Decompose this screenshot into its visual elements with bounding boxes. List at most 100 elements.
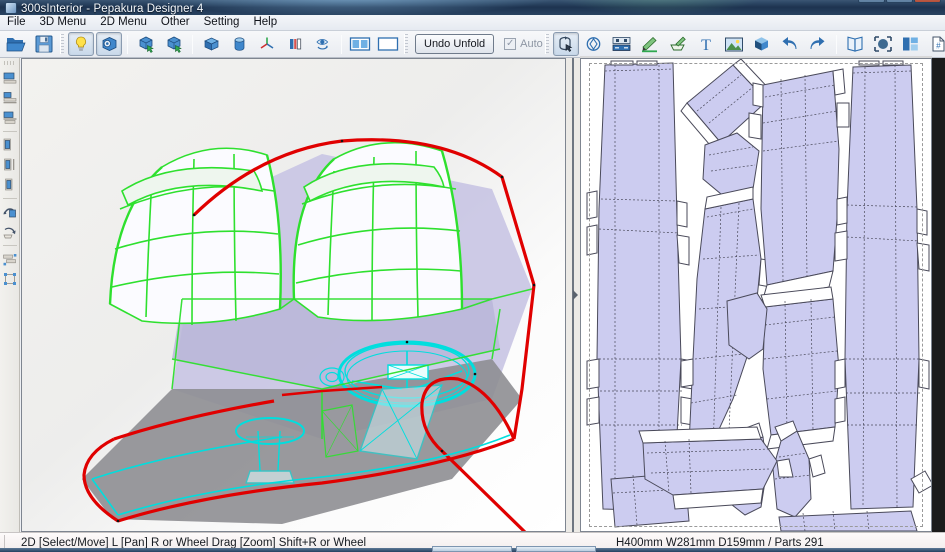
main-toolbar: Undo Unfold ✓ Auto T #	[0, 31, 945, 58]
open-file-button[interactable]	[3, 32, 29, 56]
align-right-button[interactable]	[1, 175, 19, 194]
unfold-button[interactable]	[842, 32, 868, 56]
rotate-left-icon	[2, 207, 16, 217]
align-bottom-button[interactable]	[1, 108, 19, 127]
align-left-button[interactable]	[1, 135, 19, 154]
fit-to-page-button[interactable]	[870, 32, 896, 56]
menu-help[interactable]: Help	[246, 15, 284, 30]
toolbar-separator-1	[127, 34, 128, 54]
page-settings-button[interactable]: #	[926, 32, 945, 56]
distribute-horizontal-button[interactable]	[1, 249, 19, 268]
add-text-button[interactable]: T	[693, 32, 719, 56]
splitter-collapse-arrow-icon[interactable]	[572, 290, 578, 300]
distribute-vertical-button[interactable]	[1, 269, 19, 288]
taskbar-window-button-2[interactable]	[516, 546, 596, 552]
page-margin-guide	[589, 63, 923, 527]
align-top-icon	[3, 72, 16, 83]
undo-unfold-button[interactable]: Undo Unfold	[415, 34, 495, 54]
toolbar-separator-2	[192, 34, 193, 54]
lighting-toggle-button[interactable]	[68, 32, 94, 56]
taskbar-window-button-1[interactable]	[432, 546, 512, 552]
cylinder-shape-icon	[234, 37, 244, 51]
panel-splitter[interactable]	[566, 58, 580, 532]
rotate-part-button[interactable]	[581, 32, 607, 56]
join-disconnect-icon	[612, 37, 631, 51]
minimize-button[interactable]: –	[858, 0, 885, 3]
align-middle-button[interactable]	[1, 88, 19, 107]
lightbulb-icon	[76, 36, 86, 51]
align-left-icon	[3, 138, 11, 150]
single-view-icon	[377, 37, 399, 51]
box-shape-button[interactable]	[198, 32, 224, 56]
menu-3d-menu[interactable]: 3D Menu	[33, 15, 94, 30]
color-bars-icon	[289, 38, 301, 50]
mountain-fold-icon	[642, 36, 658, 53]
status-left-text: 2D [Select/Move] L [Pan] R or Wheel Drag…	[21, 536, 367, 549]
rotate-part-icon	[586, 37, 601, 51]
select-face-button[interactable]	[133, 32, 159, 56]
pepakura-designer-window: 300sInterior - Pepakura Designer 4 – ❐ ✕…	[0, 0, 945, 552]
model-3d-button[interactable]	[749, 32, 775, 56]
left-toolbar-separator-2	[2, 198, 17, 199]
toolbar-grip-3	[544, 34, 549, 54]
menu-other[interactable]: Other	[154, 15, 197, 30]
split-view-icon	[349, 37, 371, 51]
axis-tripod-button[interactable]	[254, 32, 280, 56]
align-top-button[interactable]	[1, 68, 19, 87]
svg-text:#: #	[936, 41, 941, 50]
auto-label: Auto	[520, 38, 543, 50]
texture-cube-icon	[102, 37, 116, 51]
edit-fold-line-button[interactable]	[637, 32, 663, 56]
menu-setting[interactable]: Setting	[197, 15, 247, 30]
view-rotate-button[interactable]	[310, 32, 336, 56]
undo-icon	[782, 37, 797, 49]
join-disconnect-button[interactable]	[609, 32, 635, 56]
solid-cube-icon	[755, 37, 769, 51]
page-number-icon: #	[932, 36, 945, 52]
align-center-icon	[3, 158, 14, 170]
auto-checkbox-group[interactable]: ✓ Auto	[504, 38, 543, 50]
move-rotate-tool-button[interactable]	[552, 32, 579, 56]
edit-flap-button[interactable]	[665, 32, 691, 56]
align-center-button[interactable]	[1, 155, 19, 174]
3d-model-view[interactable]	[21, 58, 566, 532]
color-bars-button[interactable]	[282, 32, 308, 56]
close-button[interactable]: ✕	[914, 0, 941, 3]
split-view-button[interactable]	[347, 32, 373, 56]
flap-edit-icon	[670, 36, 687, 51]
auto-checkbox[interactable]: ✓	[504, 38, 517, 50]
maximize-button[interactable]: ❐	[886, 0, 913, 3]
3d-model-render	[22, 59, 565, 531]
add-image-button[interactable]	[721, 32, 747, 56]
2d-view-vertical-scrollbar[interactable]	[932, 58, 945, 532]
rotate-left-button[interactable]	[1, 202, 19, 221]
status-right-text: H400mm W281mm D159mm / Parts 291	[616, 536, 824, 549]
left-toolbar-grip	[3, 61, 16, 65]
menu-2d-menu[interactable]: 2D Menu	[93, 15, 154, 30]
toolbar-grip-1	[60, 34, 64, 54]
cylinder-shape-button[interactable]	[226, 32, 252, 56]
distribute-v-icon	[3, 272, 16, 285]
redo-icon	[810, 37, 825, 49]
layout-grid-icon	[903, 37, 919, 51]
undo-button[interactable]	[777, 32, 803, 56]
single-view-button[interactable]	[375, 32, 401, 56]
left-toolbar-separator-1	[2, 131, 17, 132]
axis-tripod-icon	[260, 37, 274, 49]
save-file-button[interactable]	[31, 32, 57, 56]
open-file-icon	[6, 38, 26, 52]
distribute-h-icon	[2, 253, 16, 265]
texture-toggle-button[interactable]	[96, 32, 122, 56]
left-toolbar-separator-3	[2, 245, 17, 246]
move-rotate-icon	[559, 36, 573, 52]
select-part-button[interactable]	[161, 32, 187, 56]
left-alignment-toolbar	[0, 58, 20, 532]
align-middle-icon	[3, 91, 16, 103]
rotate-right-button[interactable]	[1, 222, 19, 241]
menu-file[interactable]: File	[0, 15, 33, 30]
2d-unfold-pattern-view[interactable]	[580, 58, 932, 532]
cube-select-icon	[139, 36, 154, 53]
app-icon	[5, 2, 17, 14]
redo-button[interactable]	[805, 32, 831, 56]
auto-layout-button[interactable]	[898, 32, 924, 56]
